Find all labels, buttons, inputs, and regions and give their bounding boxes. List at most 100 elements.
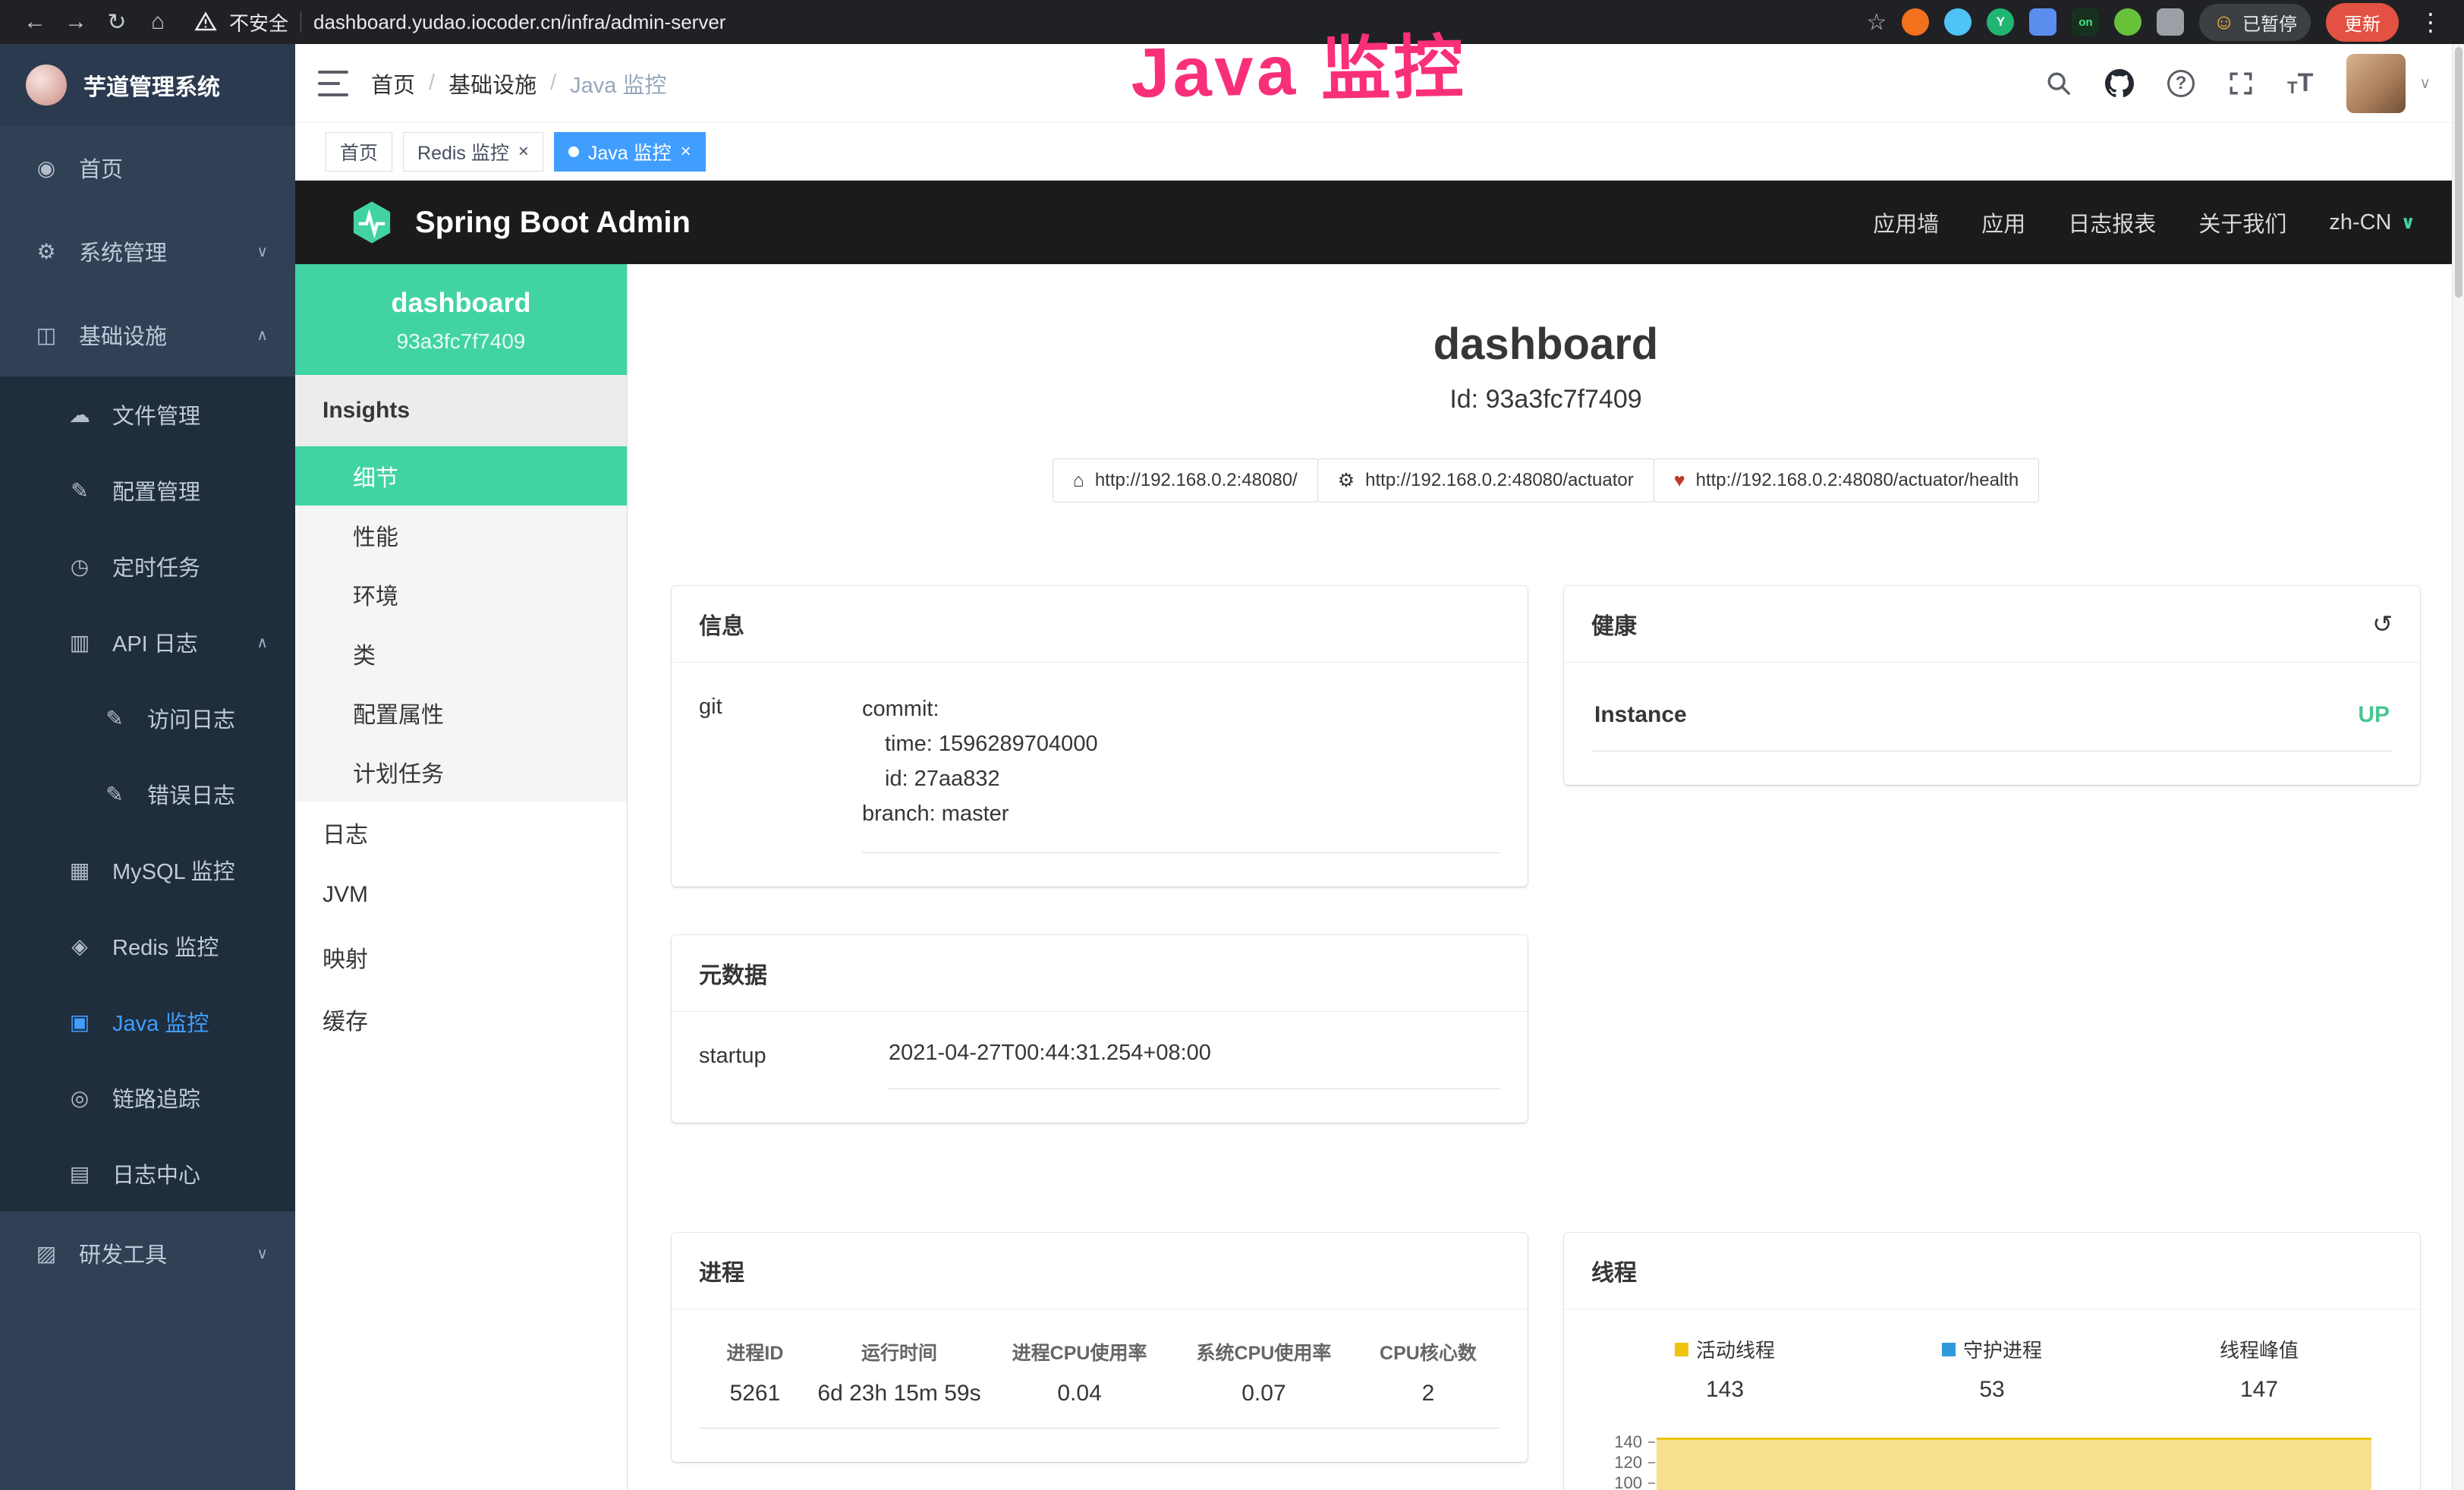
- sidebar-item-label: 访问日志: [147, 702, 235, 734]
- breadcrumb-home[interactable]: 首页: [371, 68, 415, 99]
- search-icon[interactable]: [2046, 71, 2072, 96]
- history-icon[interactable]: ↺: [2372, 610, 2393, 638]
- actuator-url-button[interactable]: ⚙ http://192.168.0.2:48080/actuator: [1317, 458, 1654, 502]
- breadcrumb: 首页 / 基础设施 / Java 监控: [371, 68, 666, 99]
- close-icon[interactable]: ×: [681, 143, 691, 161]
- sba-nav-environment[interactable]: 环境: [295, 565, 627, 624]
- sba-brand-title[interactable]: Spring Boot Admin: [415, 206, 691, 240]
- tab-redis-monitor[interactable]: Redis 监控 ×: [403, 132, 543, 172]
- sidebar-item-infrastructure[interactable]: ◫ 基础设施 ∧: [0, 293, 295, 376]
- grid-extension-icon[interactable]: [2029, 8, 2056, 36]
- sidebar-item-log-center[interactable]: ▤ 日志中心: [0, 1136, 295, 1211]
- tools-icon: ▨: [30, 1241, 62, 1266]
- api-log-icon: ▥: [64, 630, 96, 655]
- paused-badge[interactable]: ☺ 已暂停: [2199, 4, 2311, 41]
- legend-live-threads: 活动线程 143: [1591, 1335, 1858, 1403]
- font-size-icon[interactable]: TT: [2287, 68, 2313, 98]
- java-monitor-icon: ▣: [64, 1010, 96, 1035]
- sidebar-item-home[interactable]: ◉ 首页: [0, 126, 295, 209]
- close-icon[interactable]: ×: [518, 143, 529, 161]
- health-url: http://192.168.0.2:48080/actuator/health: [1696, 470, 2019, 491]
- sidebar-item-scheduled-jobs[interactable]: ◷ 定时任务: [0, 528, 295, 604]
- threads-legend: 活动线程 143 守护进程: [1591, 1335, 2393, 1403]
- smiley-icon: ☺: [2213, 10, 2235, 34]
- address-bar[interactable]: 不安全 dashboard.yudao.iocoder.cn/infra/adm…: [194, 8, 725, 36]
- sba-nav-classes[interactable]: 类: [295, 624, 627, 683]
- page-scrollbar[interactable]: [2452, 44, 2464, 1490]
- sba-nav-links: 应用墙 应用 日志报表 关于我们 zh-CN ∨: [1873, 206, 2415, 238]
- tab-home[interactable]: 首页: [326, 132, 392, 172]
- sidebar-item-java-monitor[interactable]: ▣ Java 监控: [0, 984, 295, 1060]
- locale-select[interactable]: zh-CN ∨: [2329, 210, 2415, 235]
- y-extension-icon[interactable]: Y: [1987, 8, 2014, 36]
- scrollbar-thumb[interactable]: [2455, 47, 2462, 298]
- sba-nav-jvm[interactable]: JVM: [295, 864, 627, 926]
- avatar-caret-icon[interactable]: ∨: [2419, 74, 2431, 93]
- security-label: 不安全: [229, 8, 288, 36]
- sidebar-item-config-management[interactable]: ✎ 配置管理: [0, 452, 295, 528]
- browser-menu-icon[interactable]: ⋮: [2414, 8, 2447, 36]
- sba-nav-details[interactable]: 细节: [295, 446, 627, 506]
- sba-nav-scheduled-tasks[interactable]: 计划任务: [295, 742, 627, 802]
- breadcrumb-infrastructure[interactable]: 基础设施: [448, 68, 537, 99]
- puzzle-extension-icon[interactable]: [2157, 8, 2184, 36]
- refresh-icon[interactable]: ↻: [99, 4, 135, 40]
- fox-extension-icon[interactable]: [1902, 8, 1929, 36]
- service-url-button[interactable]: ⌂ http://192.168.0.2:48080/: [1053, 458, 1318, 502]
- sidebar-item-error-logs[interactable]: ✎ 错误日志: [0, 756, 295, 832]
- sidebar-item-redis-monitor[interactable]: ◈ Redis 监控: [0, 908, 295, 984]
- access-log-icon: ✎: [99, 706, 131, 731]
- health-url-button[interactable]: ♥ http://192.168.0.2:48080/actuator/heal…: [1654, 458, 2040, 502]
- sidebar-item-file-management[interactable]: ☁ 文件管理: [0, 376, 295, 452]
- paused-label: 已暂停: [2242, 9, 2297, 36]
- github-icon[interactable]: [2105, 69, 2134, 98]
- help-icon[interactable]: ?: [2167, 70, 2195, 97]
- sidebar-item-mysql-monitor[interactable]: ▦ MySQL 监控: [0, 832, 295, 908]
- spring-boot-admin-logo[interactable]: [348, 199, 395, 246]
- dashboard-icon: ◉: [30, 156, 62, 181]
- active-tab-dot: [568, 146, 579, 157]
- nav-applications[interactable]: 应用: [1981, 206, 2025, 238]
- nav-wallboard[interactable]: 应用墙: [1873, 206, 1939, 238]
- drop-extension-icon[interactable]: [1944, 8, 1972, 36]
- sba-nav-logs[interactable]: 日志: [295, 802, 627, 864]
- bookmark-star-icon[interactable]: ☆: [1867, 9, 1887, 36]
- sidebar-item-api-logs[interactable]: ▥ API 日志 ∧: [0, 604, 295, 680]
- sba-group-insights: Insights: [295, 375, 627, 446]
- breadcrumb-separator: /: [550, 71, 556, 96]
- sidebar-item-label: 配置管理: [112, 474, 200, 506]
- sba-nav-mappings[interactable]: 映射: [295, 926, 627, 988]
- sidebar-item-link-tracing[interactable]: ◎ 链路追踪: [0, 1060, 295, 1136]
- back-icon[interactable]: ←: [17, 4, 53, 40]
- fullscreen-icon[interactable]: [2228, 71, 2254, 96]
- leaf-extension-icon[interactable]: [2114, 8, 2141, 36]
- browser-actions: ☆ Y on ☺ 已暂停 更新 ⋮: [1867, 3, 2448, 42]
- sba-nav-caches[interactable]: 缓存: [295, 988, 627, 1051]
- update-button[interactable]: 更新: [2326, 3, 2399, 42]
- column-header: 进程ID: [699, 1325, 811, 1372]
- tab-label: Redis 监控: [417, 138, 509, 165]
- instance-links: ⌂ http://192.168.0.2:48080/ ⚙ http://192…: [672, 458, 2420, 502]
- sba-nav-performance[interactable]: 性能: [295, 506, 627, 565]
- chevron-up-icon: ∧: [256, 326, 268, 345]
- sidebar-item-system-management[interactable]: ⚙ 系统管理 ∨: [0, 209, 295, 293]
- sidebar-item-label: 首页: [79, 152, 123, 184]
- user-avatar[interactable]: [2346, 54, 2406, 113]
- nav-journal[interactable]: 日志报表: [2068, 206, 2156, 238]
- metadata-panel: 元数据 startup 2021-04-27T00:44:31.254+08:0…: [672, 935, 1528, 1123]
- sidebar-item-access-logs[interactable]: ✎ 访问日志: [0, 680, 295, 756]
- column-header: 系统CPU使用率: [1172, 1325, 1356, 1372]
- legend-peak-threads: 线程峰值 147: [2126, 1335, 2393, 1403]
- tab-java-monitor[interactable]: Java 监控 ×: [554, 132, 706, 172]
- nav-about[interactable]: 关于我们: [2198, 206, 2286, 238]
- tab-label: 首页: [340, 138, 378, 165]
- gear-icon: ⚙: [30, 239, 62, 264]
- on-extension-icon[interactable]: on: [2072, 8, 2099, 36]
- column-header: 进程CPU使用率: [987, 1325, 1172, 1372]
- sidebar-toggle-icon[interactable]: [318, 71, 348, 96]
- forward-icon[interactable]: →: [58, 4, 94, 40]
- home-icon[interactable]: ⌂: [140, 4, 176, 40]
- sba-nav-configprops[interactable]: 配置属性: [295, 683, 627, 742]
- sidebar-item-dev-tools[interactable]: ▨ 研发工具 ∨: [0, 1211, 295, 1295]
- sba-sidebar: dashboard 93a3fc7f7409 Insights 细节 性能 环境…: [295, 264, 628, 1490]
